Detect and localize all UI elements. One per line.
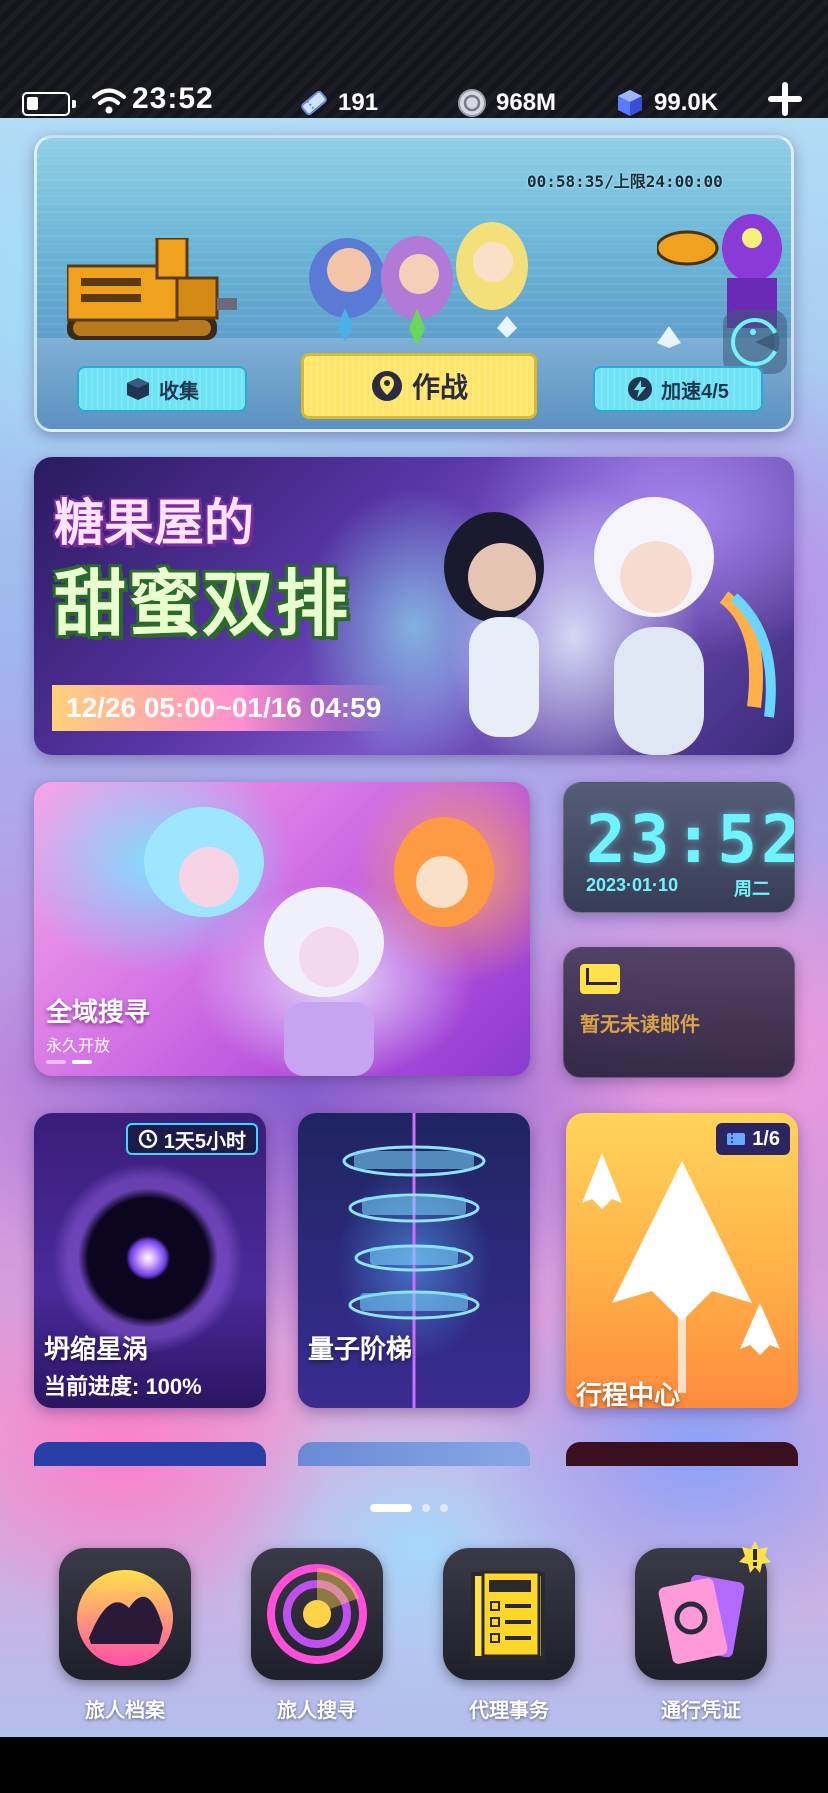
dock-label-search: 旅人搜寻 [277, 1700, 357, 1722]
status-bar: 23:52 191 968M 99.0K [0, 78, 828, 126]
speed-up-button[interactable]: 加速4/5 [593, 366, 763, 412]
battle-label: 作战 [411, 372, 468, 403]
alert-badge-icon [739, 1541, 771, 1573]
clock-icon [138, 1129, 157, 1149]
search-title: 全域搜寻 [46, 997, 151, 1027]
event-banner[interactable]: 糖果屋的 甜蜜双排 12/26 05:00~01/16 04:59 [34, 457, 794, 755]
add-currency-button[interactable] [766, 80, 804, 118]
status-clock: 23:52 [132, 82, 214, 115]
coin-count: 968M [496, 89, 557, 116]
vortex-timer-text: 1天5小时 [163, 1130, 246, 1153]
itinerary-badge: 1/6 [716, 1123, 790, 1155]
clock-widget[interactable]: 23:52 2023·01·10 周二 [563, 782, 795, 913]
pacman-icon [731, 318, 780, 366]
global-search-card[interactable]: 全域搜寻 永久开放 [34, 782, 530, 1076]
dock-agent-tasks[interactable]: 代理事务 [443, 1548, 575, 1723]
event-date-range: 12/26 05:00~01/16 04:59 [52, 685, 396, 731]
event-characters-art [444, 497, 776, 755]
resource-gem[interactable]: 99.0K [614, 86, 718, 120]
dock-traveler-archives[interactable]: 旅人档案 [59, 1548, 191, 1723]
quantum-ladder-tile[interactable]: 量子阶梯 [298, 1113, 530, 1408]
itinerary-title: 行程中心 [576, 1380, 681, 1408]
collect-label: 收集 [159, 380, 199, 403]
home-screen: 23:52 191 968M 99.0K 00:58:35/上限24:00:00… [0, 0, 828, 1793]
lightning-icon [628, 377, 653, 401]
coin-icon [458, 89, 486, 117]
clock-widget-time: 23:52 [586, 801, 795, 878]
event-title-line2: 甜蜜双排 [54, 565, 351, 645]
location-pin-icon [371, 371, 402, 401]
partial-tile-2 [298, 1442, 530, 1466]
search-characters-art [144, 807, 494, 1076]
dock-label-tasks: 代理事务 [469, 1700, 549, 1722]
bottom-band [0, 1737, 828, 1793]
cube-gem-icon [618, 90, 642, 116]
battery-icon [22, 92, 76, 116]
page-indicator[interactable] [370, 1504, 448, 1512]
collect-button[interactable]: 收集 [77, 366, 247, 412]
envelope-icon [580, 964, 620, 994]
gem-count: 99.0K [654, 89, 719, 116]
dock-label-archives: 旅人档案 [85, 1700, 165, 1722]
ticket-count: 191 [338, 89, 379, 116]
clock-widget-weekday: 周二 [734, 879, 770, 899]
mail-widget[interactable]: 暂无未读邮件 [563, 947, 795, 1078]
box-icon [127, 378, 149, 400]
expedition-timer: 00:58:35/上限24:00:00 [527, 172, 723, 191]
squad-characters [309, 222, 528, 346]
speed-up-label: 加速4/5 [661, 380, 729, 403]
battle-button[interactable]: 作战 [301, 353, 537, 419]
task-list-icon [443, 1548, 575, 1680]
ticket-icon [301, 90, 327, 116]
dock-label-pass: 通行凭证 [661, 1700, 741, 1722]
page-dot-2[interactable] [422, 1504, 430, 1512]
itinerary-center-tile[interactable]: 1/6 行程中心 [566, 1113, 798, 1408]
itinerary-count: 1/6 [752, 1127, 780, 1150]
clock-widget-date: 2023·01·10 [586, 875, 679, 895]
ticket-stub-icon [727, 1133, 746, 1145]
page-dot-1[interactable] [370, 1504, 412, 1512]
pacman-minigame-button[interactable] [723, 310, 787, 374]
traveler-archives-icon [59, 1548, 191, 1680]
vortex-title: 坍缩星涡 [44, 1334, 149, 1364]
partial-tile-3 [566, 1442, 798, 1466]
search-subtitle: 永久开放 [46, 1038, 111, 1055]
partial-tile-1 [34, 1442, 266, 1466]
drill-machine-icon [67, 238, 237, 340]
spaceship-art [582, 1153, 780, 1393]
radar-icon [251, 1548, 383, 1680]
dock-traveler-search[interactable]: 旅人搜寻 [251, 1548, 383, 1723]
dock-pass-card[interactable]: 通行凭证 [635, 1548, 767, 1723]
quantum-title: 量子阶梯 [308, 1334, 413, 1364]
collapsing-vortex-tile[interactable]: 1天5小时 坍缩星涡 当前进度: 100% [34, 1113, 266, 1408]
vortex-progress: 当前进度: 100% [44, 1374, 202, 1399]
resource-ticket[interactable]: 191 [298, 86, 378, 120]
expedition-card[interactable]: 00:58:35/上限24:00:00 收集 作战 加速4/5 [34, 135, 794, 432]
page-dot-3[interactable] [440, 1504, 448, 1512]
mail-status-text: 暂无未读邮件 [580, 1014, 700, 1036]
resource-coin[interactable]: 968M [456, 86, 556, 120]
wifi-icon [92, 88, 126, 114]
search-carousel-dots [46, 1060, 92, 1064]
vortex-timer-badge: 1天5小时 [125, 1123, 258, 1155]
